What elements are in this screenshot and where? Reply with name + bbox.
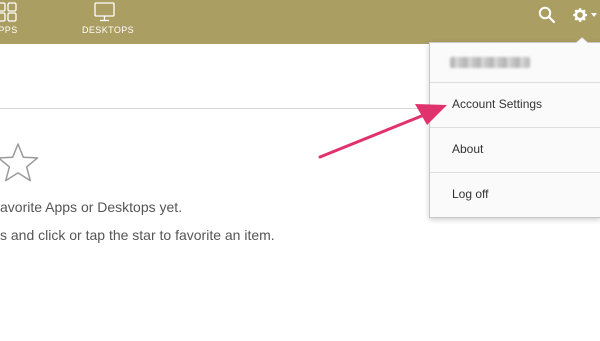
desktop-icon [94,2,115,22]
menu-item-log-off[interactable]: Log off [430,173,600,217]
section-divider [0,108,440,109]
menu-item-about[interactable]: About [430,128,600,172]
star-icon [0,143,39,182]
apps-icon [0,2,17,22]
search-icon[interactable] [538,6,556,24]
menu-item-label: Account Settings [452,97,543,111]
dropdown-user [430,43,600,87]
nav-apps-label: APPS [0,25,18,35]
settings-menu-button[interactable] [570,4,600,26]
gear-icon [573,8,588,22]
chevron-down-icon [591,13,597,17]
menu-item-label: Log off [452,187,489,201]
top-bar: APPS DESKTOPS [0,0,600,44]
nav-desktops-label: DESKTOPS [82,25,135,35]
menu-item-label: About [452,142,484,156]
user-name-redacted [450,57,530,68]
dropdown-caret-inner [576,38,588,43]
nav-apps[interactable]: APPS [0,0,40,44]
empty-message-line1: avorite Apps or Desktops yet. [0,199,183,215]
menu-item-account-settings[interactable]: Account Settings [430,83,600,127]
nav-desktops[interactable]: DESKTOPS [80,0,135,44]
settings-dropdown: Account Settings About Log off [429,42,600,218]
empty-message-line2: s and click or tap the star to favorite … [0,227,275,243]
